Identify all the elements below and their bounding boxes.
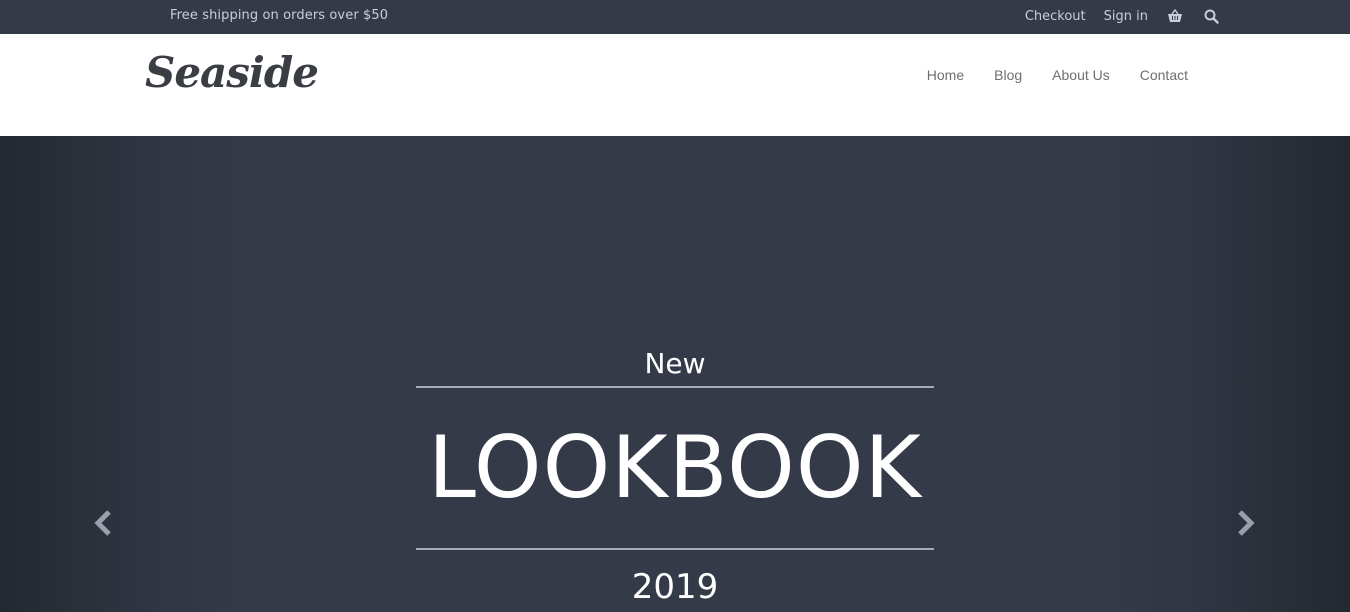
site-header: Seaside Home Blog About Us Contact (0, 34, 1350, 136)
slider-prev-button[interactable] (90, 506, 118, 540)
nav-home[interactable]: Home (927, 67, 964, 83)
hero-title: LOOKBOOK (428, 418, 922, 518)
hero-year: 2019 (631, 567, 719, 607)
site-logo[interactable]: Seaside (145, 48, 319, 97)
search-icon[interactable] (1202, 7, 1220, 25)
signin-link[interactable]: Sign in (1104, 9, 1148, 24)
shipping-promo-text: Free shipping on orders over $50 (170, 8, 389, 23)
nav-about-us[interactable]: About Us (1052, 67, 1110, 83)
chevron-right-icon (1238, 510, 1255, 536)
hero-slider: New LOOKBOOK 2019 (0, 136, 1350, 612)
chevron-left-icon (94, 510, 111, 536)
nav-blog[interactable]: Blog (994, 67, 1022, 83)
checkout-link[interactable]: Checkout (1025, 9, 1086, 24)
hero-kicker: New (644, 347, 706, 380)
main-nav: Home Blog About Us Contact (927, 67, 1188, 83)
hero-caption: New LOOKBOOK 2019 (416, 346, 934, 612)
basket-icon[interactable] (1166, 7, 1184, 25)
topbar-actions: Checkout Sign in (1025, 7, 1220, 25)
top-utility-bar: Free shipping on orders over $50 Checkou… (0, 0, 1350, 34)
nav-contact[interactable]: Contact (1140, 67, 1188, 83)
slider-next-button[interactable] (1231, 506, 1259, 540)
